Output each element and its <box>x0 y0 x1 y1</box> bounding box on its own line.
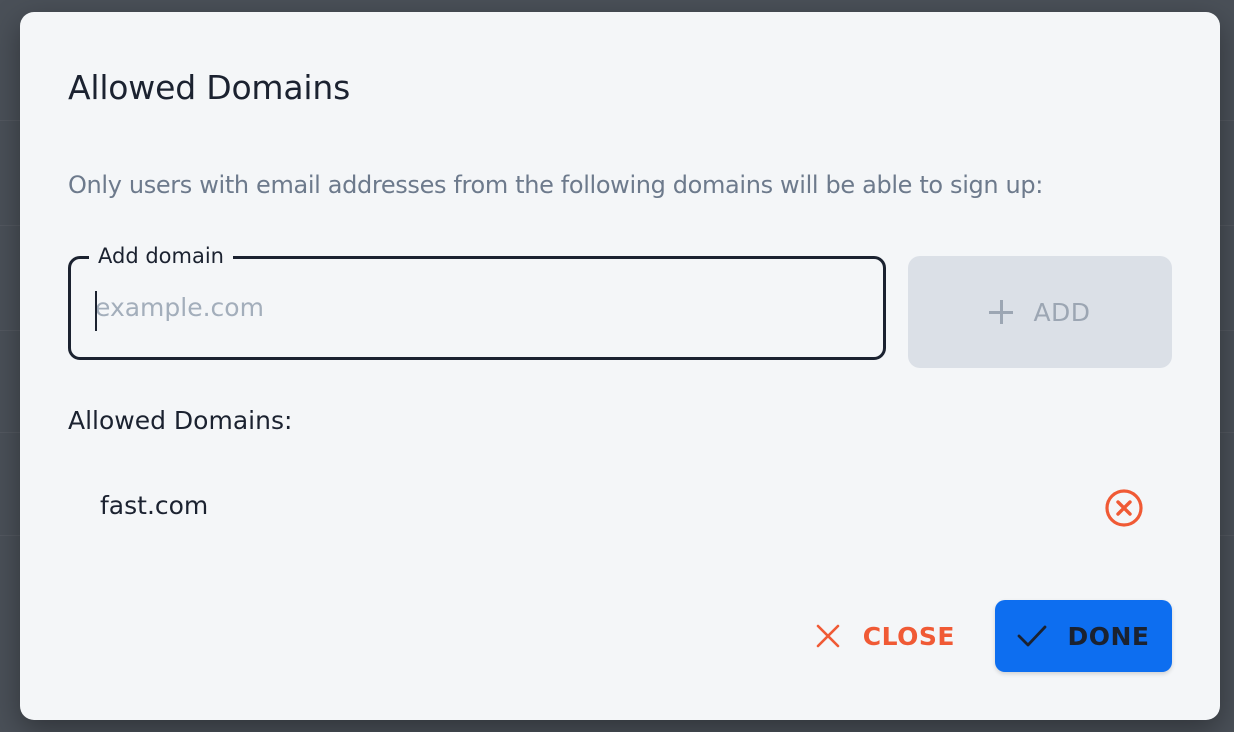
text-caret <box>95 291 97 331</box>
add-domain-button[interactable]: ADD <box>908 256 1172 368</box>
check-icon <box>1018 625 1047 647</box>
dialog-actions: CLOSE DONE <box>815 600 1172 672</box>
add-domain-field[interactable]: Add domain <box>68 242 886 360</box>
remove-circle-x-icon[interactable] <box>1104 488 1144 528</box>
dialog-description: Only users with email addresses from the… <box>68 171 1044 199</box>
done-button[interactable]: DONE <box>995 600 1172 672</box>
plus-icon <box>989 300 1014 324</box>
add-domain-label: Add domain <box>89 242 233 270</box>
close-button[interactable]: CLOSE <box>815 622 955 651</box>
domain-list-item: fast.com <box>100 482 1164 534</box>
add-domain-input[interactable] <box>95 281 855 333</box>
allowed-domains-heading: Allowed Domains: <box>68 406 293 435</box>
allowed-domains-dialog: Allowed Domains Only users with email ad… <box>20 12 1220 720</box>
dialog-title: Allowed Domains <box>68 68 351 107</box>
domain-name: fast.com <box>100 491 209 520</box>
close-button-label: CLOSE <box>862 621 955 651</box>
close-x-icon <box>816 624 840 648</box>
add-button-label: ADD <box>1033 297 1091 327</box>
done-button-label: DONE <box>1067 621 1150 651</box>
